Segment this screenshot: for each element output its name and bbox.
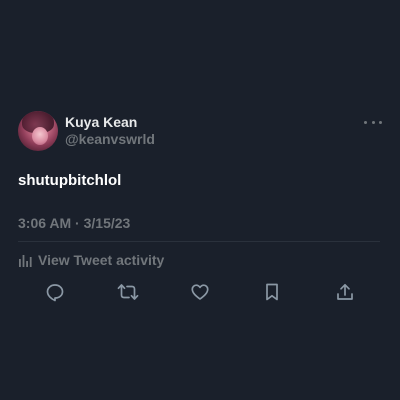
bookmark-icon	[266, 283, 278, 301]
share-button[interactable]	[334, 281, 356, 303]
divider	[18, 241, 380, 242]
more-dot	[371, 120, 375, 124]
more-options-icon[interactable]	[364, 116, 382, 128]
retweet-button[interactable]	[117, 281, 139, 303]
more-dot	[364, 120, 367, 124]
tweet-detail: Kuya Kean @keanvswrld shutupbitchlol 3:0…	[0, 0, 400, 400]
avatar[interactable]	[18, 111, 58, 151]
author-display-name[interactable]: Kuya Kean	[65, 114, 137, 130]
heart-icon	[191, 284, 209, 300]
more-dot	[379, 120, 382, 124]
share-icon	[337, 283, 353, 300]
tweet-text: shutupbitchlol	[18, 172, 122, 189]
reply-button[interactable]	[44, 281, 66, 303]
tweet-timestamp[interactable]: 3:06 AM · 3/15/23	[18, 215, 130, 231]
view-tweet-activity-label: View Tweet activity	[38, 252, 165, 268]
like-button[interactable]	[189, 281, 211, 303]
bookmark-button[interactable]	[261, 281, 283, 303]
retweet-icon	[117, 284, 139, 300]
avatar-face	[32, 127, 48, 145]
bar-chart-icon	[19, 255, 32, 267]
reply-icon	[46, 284, 64, 302]
author-handle[interactable]: @keanvswrld	[65, 131, 155, 147]
view-tweet-activity-link[interactable]: View Tweet activity	[18, 251, 164, 269]
tweet-action-bar	[0, 281, 400, 303]
